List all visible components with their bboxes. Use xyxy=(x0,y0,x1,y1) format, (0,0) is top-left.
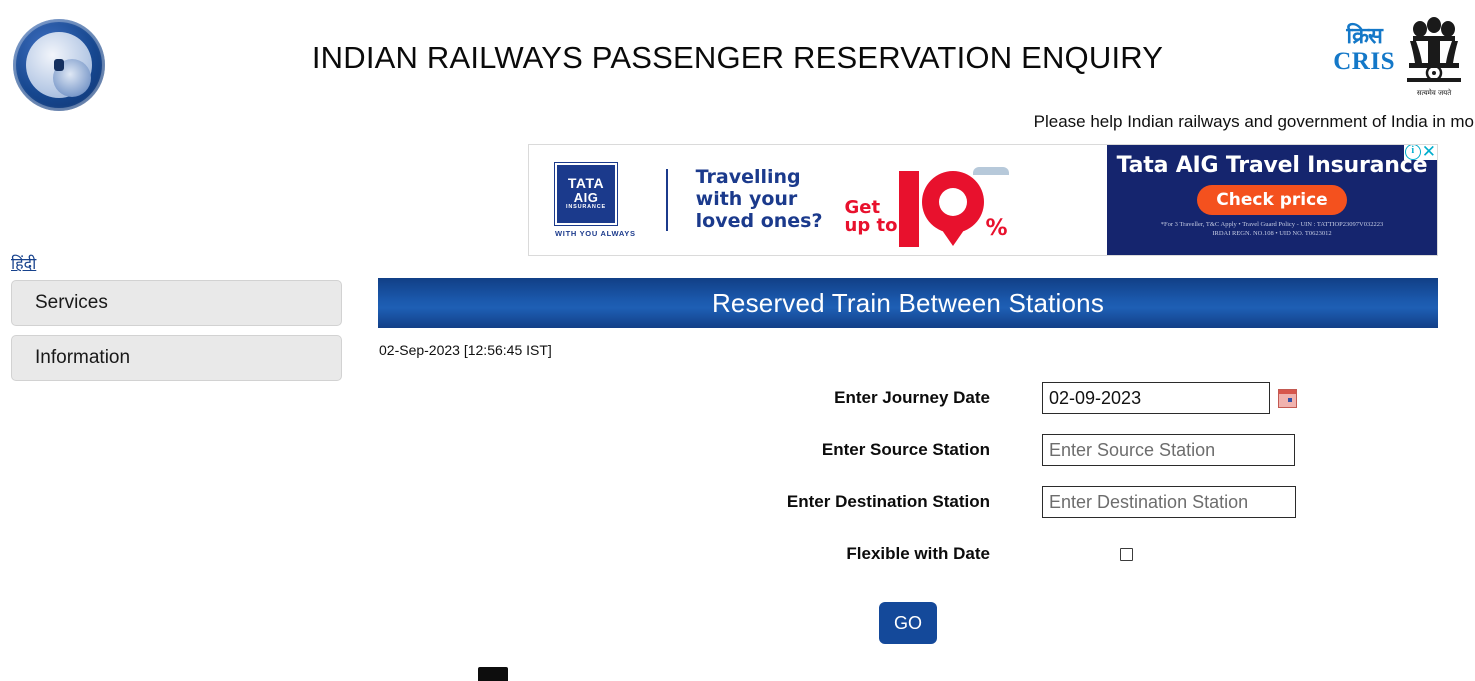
flexible-date-checkbox[interactable] xyxy=(1120,547,1133,561)
cris-hindi-text: क्रिस xyxy=(1346,24,1382,49)
tata-brand-line1: TATA xyxy=(567,174,605,191)
submit-row: GO xyxy=(378,602,1438,644)
cris-logo: क्रिस CRIS xyxy=(1333,16,1395,75)
pin-tip xyxy=(935,220,972,246)
tata-tagline: WITH YOU ALWAYS xyxy=(555,228,636,238)
ad-right-panel[interactable]: Tata AIG Travel Insurance Check price *F… xyxy=(1107,145,1437,255)
tata-brand-line3: INSURANCE xyxy=(566,204,606,211)
ad-fine-print-line2: IRDAI REGN. NO.108 • UID NO. T0623012 xyxy=(1212,229,1332,237)
sidebar-item-label: Information xyxy=(35,347,131,368)
source-station-label: Enter Source Station xyxy=(821,440,990,459)
ad-offer: Get up to % xyxy=(845,145,1009,255)
source-station-input[interactable] xyxy=(1042,434,1295,466)
announcement-marquee: Please help Indian railways and governme… xyxy=(0,110,1475,138)
ad-offer-number xyxy=(899,171,985,255)
ad-headline: Travelling with your loved ones? xyxy=(695,166,823,233)
enquiry-form: Enter Journey Date Enter Source Station … xyxy=(378,372,1438,644)
journey-date-control xyxy=(996,382,1438,414)
main-panel: Reserved Train Between Stations 02-Sep-2… xyxy=(378,278,1438,644)
ad-fine-print-line1: *For 3 Traveller, T&C Apply • Travel Gua… xyxy=(1160,221,1384,228)
marquee-text: Please help Indian railways and governme… xyxy=(1033,112,1474,131)
ad-controls[interactable]: i ✕ xyxy=(1403,145,1437,160)
sidebar: हिंदी Services Information xyxy=(0,252,355,381)
sidebar-item-services[interactable]: Services xyxy=(11,280,342,326)
sidebar-item-information[interactable]: Information xyxy=(11,335,342,381)
advertisement-banner[interactable]: TATA AIG INSURANCE WITH YOU ALWAYS Trave… xyxy=(528,144,1438,256)
location-pin-icon xyxy=(922,171,985,247)
ad-close-icon[interactable]: ✕ xyxy=(1422,145,1436,160)
header-logos: क्रिस CRIS सत्यमेव जयते xyxy=(1333,16,1467,98)
tata-aig-logo: TATA AIG INSURANCE WITH YOU ALWAYS xyxy=(554,161,636,238)
ad-digit-one xyxy=(899,171,920,247)
destination-station-control xyxy=(996,486,1438,518)
go-button[interactable]: GO xyxy=(879,602,937,644)
journey-date-row: Enter Journey Date xyxy=(378,372,1438,424)
check-price-button[interactable]: Check price xyxy=(1197,185,1347,215)
ad-product-title: Tata AIG Travel Insurance xyxy=(1116,153,1428,178)
ad-offer-text: Get up to xyxy=(845,199,898,255)
tata-aig-logo-box: TATA AIG INSURANCE xyxy=(554,161,618,226)
ad-headline-line3: loved ones? xyxy=(695,209,823,232)
journey-date-label: Enter Journey Date xyxy=(834,388,990,407)
server-timestamp: 02-Sep-2023 [12:56:45 IST] xyxy=(379,342,552,358)
ashoka-emblem-icon: सत्यमेव जयते xyxy=(1401,16,1467,98)
tata-brand-line2: AIG xyxy=(573,189,599,205)
hindi-language-link[interactable]: हिंदी xyxy=(11,252,36,274)
ashoka-emblem-svg xyxy=(1407,17,1461,82)
source-station-row: Enter Source Station xyxy=(378,424,1438,476)
journey-date-input[interactable] xyxy=(1042,382,1270,414)
emblem-caption: सत्यमेव जयते xyxy=(1416,89,1452,97)
flexible-date-control xyxy=(996,547,1438,561)
ad-left-panel: TATA AIG INSURANCE WITH YOU ALWAYS Trave… xyxy=(529,145,1107,255)
adchoices-info-icon[interactable]: i xyxy=(1404,145,1421,160)
sidebar-item-label: Services xyxy=(35,292,108,313)
source-station-control xyxy=(996,434,1438,466)
destination-station-row: Enter Destination Station xyxy=(378,476,1438,528)
ad-divider xyxy=(665,169,668,231)
flexible-date-row: Flexible with Date xyxy=(378,528,1438,580)
panel-title: Reserved Train Between Stations xyxy=(378,278,1438,328)
ad-percent-sign: % xyxy=(985,216,1008,241)
page-header: INDIAN RAILWAYS PASSENGER RESERVATION EN… xyxy=(0,0,1475,111)
ad-fine-print: *For 3 Traveller, T&C Apply • Travel Gua… xyxy=(1107,221,1437,239)
page-bottom-artifact xyxy=(478,667,508,681)
flexible-date-label: Flexible with Date xyxy=(846,544,990,563)
ad-headline-line2: with your xyxy=(695,188,798,211)
ad-offer-upto: up to xyxy=(844,215,898,236)
destination-station-input[interactable] xyxy=(1042,486,1296,518)
cloud-icon xyxy=(972,167,1009,175)
ad-headline-line1: Travelling xyxy=(695,166,801,189)
page-title: INDIAN RAILWAYS PASSENGER RESERVATION EN… xyxy=(311,40,1164,75)
calendar-icon[interactable] xyxy=(1278,388,1297,408)
cris-label: CRIS xyxy=(1333,48,1395,75)
destination-station-label: Enter Destination Station xyxy=(786,492,990,511)
